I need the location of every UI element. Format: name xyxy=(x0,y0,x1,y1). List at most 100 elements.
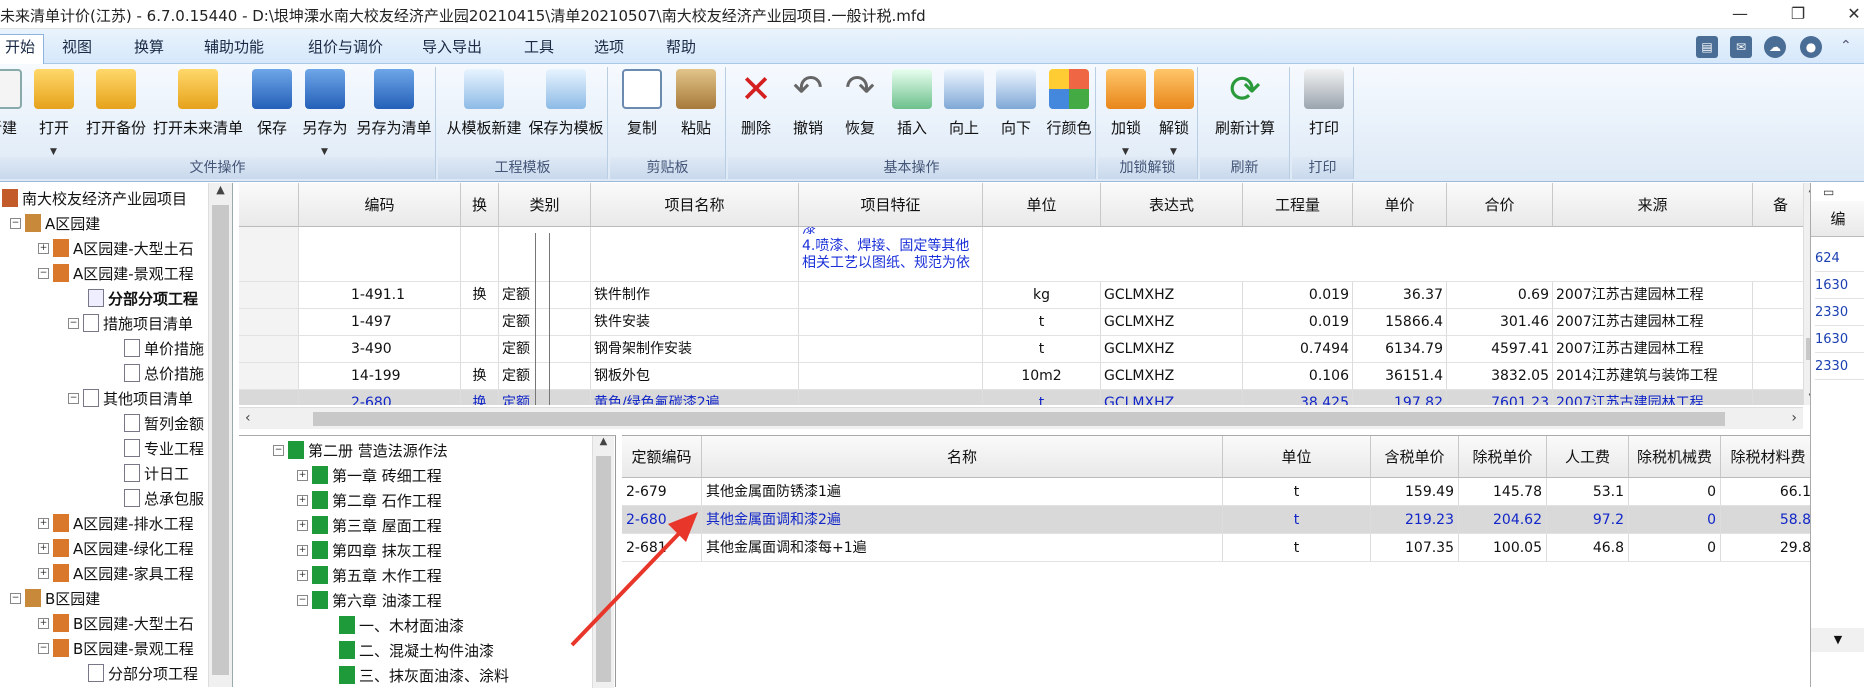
row-remark[interactable] xyxy=(1753,336,1809,363)
quota-notax-price[interactable]: 204.62 xyxy=(1459,506,1547,534)
quota-header-code[interactable]: 定额编码 xyxy=(622,436,702,478)
paste-button[interactable]: 粘贴 xyxy=(674,67,718,155)
quota-name[interactable]: 其他金属面调和漆每+1遍 xyxy=(702,534,1223,562)
quota-notax-price[interactable]: 145.78 xyxy=(1459,478,1547,506)
grid-header-swap[interactable]: 换 xyxy=(461,183,499,227)
tree-item-a-earth[interactable]: + A区园建-大型土石 xyxy=(38,237,194,259)
tree-item-a-landscape[interactable]: − A区园建-景观工程 xyxy=(38,262,194,284)
new-from-template-button[interactable]: 从模板新建 xyxy=(446,67,522,155)
save-as-template-button[interactable]: 保存为模板 xyxy=(528,67,604,155)
move-up-button[interactable]: 向上 xyxy=(942,67,986,155)
row-unit[interactable]: kg xyxy=(983,282,1101,309)
right-value[interactable]: 624 xyxy=(1815,245,1864,272)
row-feature[interactable] xyxy=(799,282,983,309)
scroll-left-icon[interactable]: ‹ xyxy=(245,410,251,426)
row-feature[interactable] xyxy=(799,363,983,390)
row-unit[interactable]: t xyxy=(983,390,1101,405)
grid-header-price[interactable]: 单价 xyxy=(1353,183,1447,227)
row-color-button[interactable]: 行颜色 xyxy=(1046,67,1092,155)
right-value[interactable]: 1630 xyxy=(1815,272,1864,299)
row-price[interactable]: 36151.4 xyxy=(1353,363,1447,390)
user-icon[interactable]: ● xyxy=(1800,36,1822,58)
scroll-up-icon[interactable]: ▲ xyxy=(593,436,614,447)
row-price[interactable]: 15866.4 xyxy=(1353,309,1447,336)
row-swap[interactable] xyxy=(461,309,499,336)
tree-item-a-greening[interactable]: + A区园建-绿化工程 xyxy=(38,537,194,559)
quota-header-unit[interactable]: 单位 xyxy=(1223,436,1371,478)
open-button[interactable]: 打开 ▼ xyxy=(34,67,74,157)
mail-icon[interactable]: ✉ xyxy=(1730,36,1752,58)
tree-item-b-earth[interactable]: + B区园建-大型土石 xyxy=(38,612,194,634)
row-expr[interactable]: GCLMXHZ xyxy=(1101,336,1243,363)
row-qty[interactable]: 0.7494 xyxy=(1243,336,1353,363)
quota-machine[interactable]: 0 xyxy=(1629,506,1721,534)
quota-tree-chapter-2[interactable]: + 第二章 石作工程 xyxy=(297,489,442,511)
quota-tax-price[interactable]: 107.35 xyxy=(1371,534,1459,562)
row-type[interactable]: 定额 xyxy=(499,282,591,309)
row-expr[interactable]: GCLMXHZ xyxy=(1101,282,1243,309)
copy-button[interactable]: 复制 xyxy=(620,67,664,155)
row-swap[interactable]: 换 xyxy=(461,282,499,309)
row-price[interactable]: 36.37 xyxy=(1353,282,1447,309)
row-unit[interactable]: t xyxy=(983,309,1101,336)
quota-tree-chapter-3[interactable]: + 第三章 屋面工程 xyxy=(297,514,442,536)
right-value[interactable]: 2330 xyxy=(1815,353,1864,380)
unlock-button[interactable]: 解锁 ▼ xyxy=(1152,67,1196,157)
scroll-down-icon[interactable]: ▼ xyxy=(1811,628,1864,652)
quota-material[interactable]: 29.8 xyxy=(1721,534,1816,562)
row-source[interactable]: 2007江苏古建园林工程 xyxy=(1553,336,1753,363)
refresh-calc-button[interactable]: ⟳ 刷新计算 xyxy=(1206,67,1284,155)
row-qty[interactable]: 38.425 xyxy=(1243,390,1353,405)
menu-start[interactable]: 开始 xyxy=(0,34,45,64)
row-total[interactable]: 301.46 xyxy=(1447,309,1553,336)
quota-name[interactable]: 其他金属面调和漆2遍 xyxy=(702,506,1223,534)
tree-item-total-measures[interactable]: 总价措施 xyxy=(124,362,204,384)
quota-tree-section-1[interactable]: 一、木材面油漆 xyxy=(339,614,464,636)
row-type[interactable]: 定额 xyxy=(499,336,591,363)
insert-button[interactable]: 插入 xyxy=(890,67,934,155)
row-source[interactable]: 2014江苏建筑与装饰工程 xyxy=(1553,363,1753,390)
quota-unit[interactable]: t xyxy=(1223,534,1371,562)
tree-item-other[interactable]: − 其他项目清单 xyxy=(68,387,193,409)
quota-notax-price[interactable]: 100.05 xyxy=(1459,534,1547,562)
redo-button[interactable]: ↷ 恢复 xyxy=(838,67,882,155)
tree-scroll-thumb[interactable] xyxy=(212,205,229,675)
row-source[interactable]: 2007江苏古建园林工程 xyxy=(1553,309,1753,336)
grid-header-total[interactable]: 合价 xyxy=(1447,183,1553,227)
row-feature[interactable] xyxy=(799,336,983,363)
grid-header-feature[interactable]: 项目特征 xyxy=(799,183,983,227)
lock-button[interactable]: 加锁 ▼ xyxy=(1104,67,1148,157)
menu-convert[interactable]: 换算 xyxy=(126,35,172,59)
row-total[interactable]: 3832.05 xyxy=(1447,363,1553,390)
menu-import-export[interactable]: 导入导出 xyxy=(414,35,490,59)
row-code[interactable]: 1-497 xyxy=(299,309,461,336)
row-swap[interactable]: 换 xyxy=(461,363,499,390)
row-code[interactable]: 2-680 xyxy=(299,390,461,405)
right-value[interactable]: 1630 xyxy=(1815,326,1864,353)
quota-labor[interactable]: 53.1 xyxy=(1547,478,1629,506)
restore-icon[interactable]: ❐ xyxy=(1778,2,1818,26)
menu-help[interactable]: 帮助 xyxy=(658,35,704,59)
quota-tree-chapter-5[interactable]: + 第五章 木作工程 xyxy=(297,564,442,586)
row-remark[interactable] xyxy=(1753,390,1809,405)
scroll-right-icon[interactable]: › xyxy=(1791,410,1797,426)
quota-tree-chapter-6[interactable]: − 第六章 油漆工程 xyxy=(297,589,442,611)
row-swap[interactable] xyxy=(461,336,499,363)
print-button[interactable]: 打印 xyxy=(1302,67,1346,155)
close-icon[interactable]: ✕ xyxy=(1834,2,1864,26)
grid-header-source[interactable]: 来源 xyxy=(1553,183,1753,227)
new-button[interactable]: 新建 xyxy=(0,67,22,155)
row-expr[interactable]: GCLMXHZ xyxy=(1101,390,1243,405)
tree-item-project[interactable]: 南大校友经济产业园项目 xyxy=(2,187,187,209)
save-as-list-button[interactable]: 另存为清单 xyxy=(356,67,432,155)
row-qty[interactable]: 0.019 xyxy=(1243,282,1353,309)
row-remark[interactable] xyxy=(1753,282,1809,309)
collapse-ribbon-icon[interactable]: ⌃ xyxy=(1840,38,1852,54)
minimize-icon[interactable]: — xyxy=(1720,2,1760,26)
quota-header-labor[interactable]: 人工费 xyxy=(1547,436,1629,478)
quota-machine[interactable]: 0 xyxy=(1629,534,1721,562)
menu-options[interactable]: 选项 xyxy=(586,35,632,59)
tree-item-provisional[interactable]: 暂列金额 xyxy=(124,412,204,434)
panel-pin-icon[interactable]: ▭ xyxy=(1823,185,1834,199)
grid-header-type[interactable]: 类别 xyxy=(499,183,591,227)
